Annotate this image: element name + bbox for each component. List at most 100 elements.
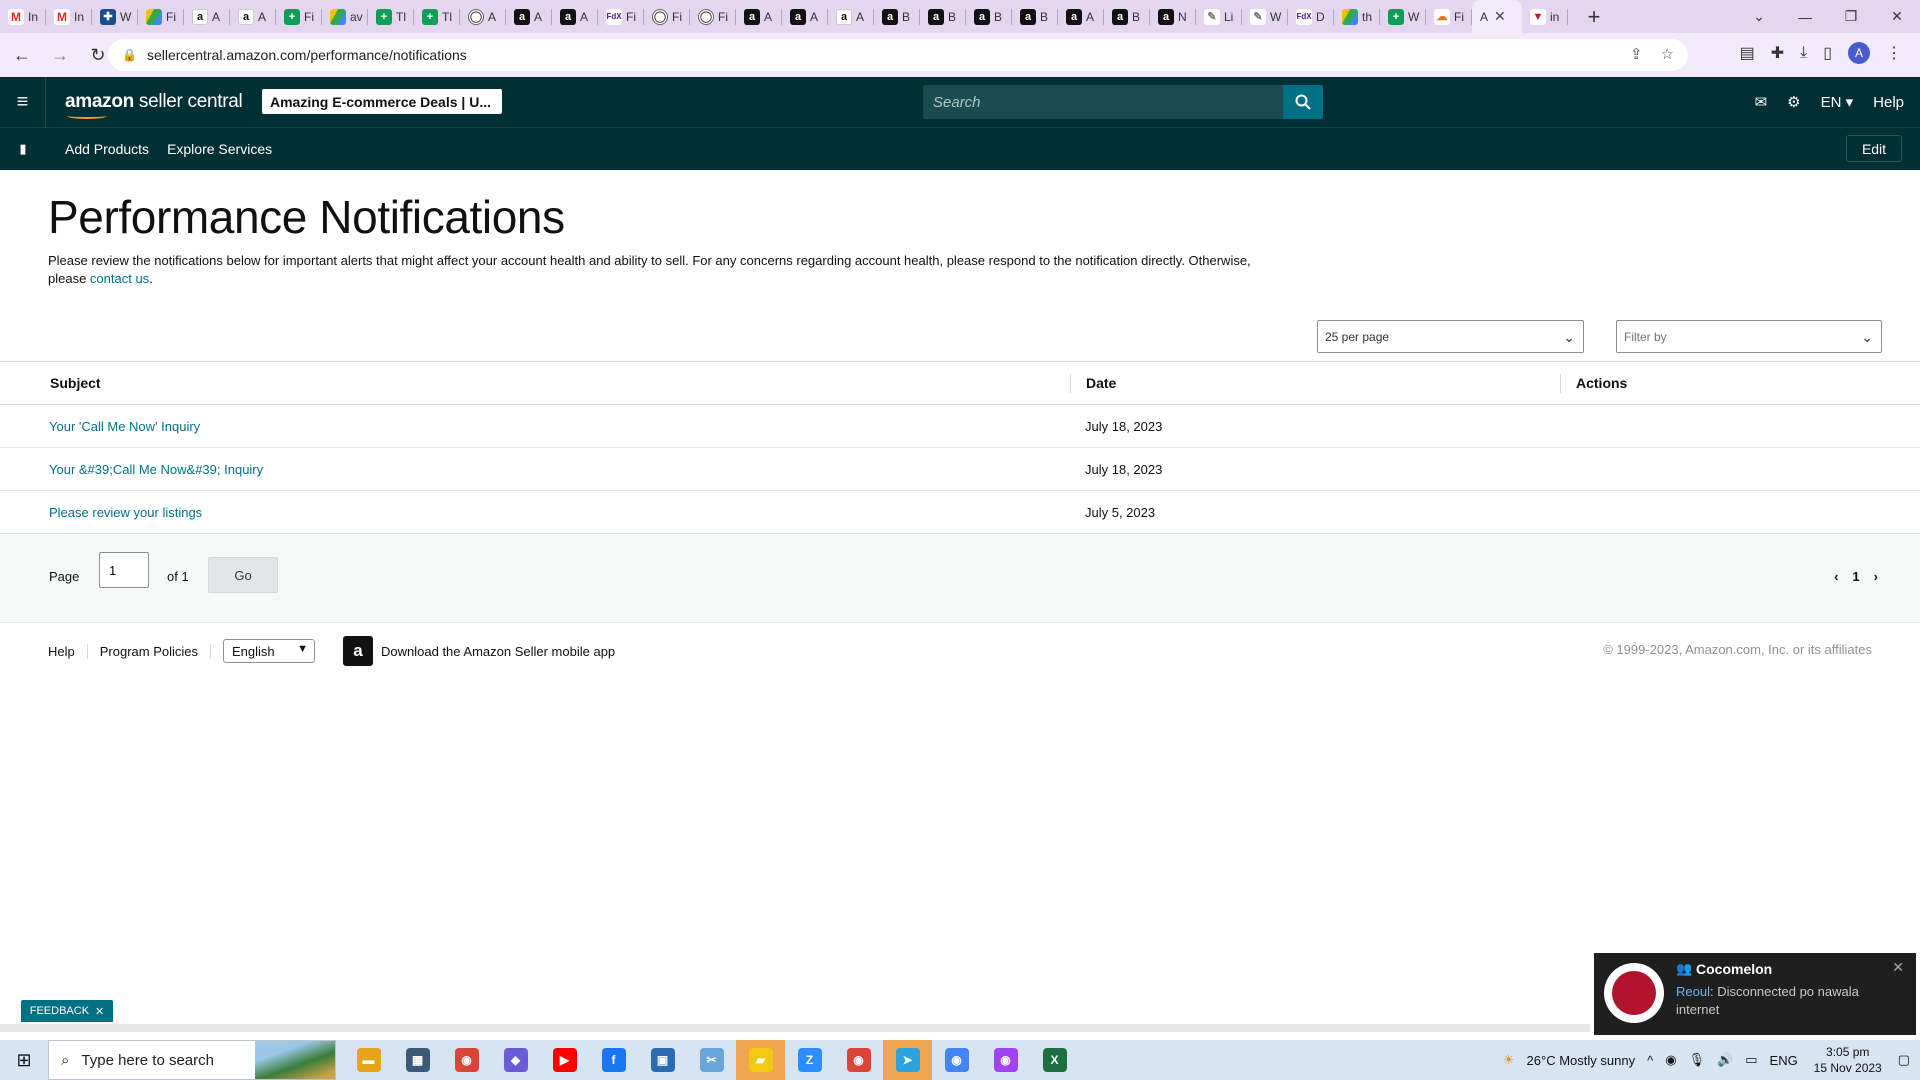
share-icon[interactable]: ⇪ [1630,45,1643,63]
browser-tab[interactable]: th [1334,0,1380,33]
browser-tab[interactable]: aA [184,0,230,33]
minimize-icon[interactable]: — [1782,9,1828,25]
new-tab-icon[interactable]: + [1580,4,1608,30]
notification-subject-link[interactable]: Your 'Call Me Now' Inquiry [49,419,200,434]
weather-icon[interactable]: ☀ [1503,1052,1515,1068]
go-button[interactable]: Go [208,557,278,593]
chrome-menu-icon[interactable]: ⋮ [1886,43,1902,63]
close-window-icon[interactable]: ✕ [1874,8,1920,25]
column-date[interactable]: Date [1070,361,1560,405]
record-icon[interactable]: ◉ [1665,1052,1676,1068]
browser-tab[interactable]: av [322,0,368,33]
taskbar-app[interactable]: Z [785,1040,834,1080]
browser-tab[interactable]: M In [0,0,46,33]
notification-subject-link[interactable]: Your &#39;Call Me Now&#39; Inquiry [49,462,263,477]
taskbar-app[interactable]: ▰ [736,1040,785,1080]
notification-center-icon[interactable]: ▢ [1898,1052,1910,1068]
maximize-icon[interactable]: ❐ [1828,8,1874,25]
windows-start-icon[interactable]: ⊞ [0,1040,48,1080]
current-page-number[interactable]: 1 [1852,569,1859,584]
browser-tab[interactable]: Fi [138,0,184,33]
browser-tab[interactable]: ◯ Fi [644,0,690,33]
feedback-button[interactable]: FEEDBACK ✕ [21,1000,113,1022]
profile-avatar[interactable]: A [1848,42,1870,64]
help-link[interactable]: Help [1873,94,1904,111]
extension-off-icon[interactable]: ▤ [1740,43,1755,63]
browser-tab[interactable]: ◯ Fi [690,0,736,33]
browser-tab[interactable]: ✎ W [1242,0,1288,33]
browser-tab[interactable]: aA [506,0,552,33]
mail-icon[interactable]: ✉ [1755,93,1768,111]
taskbar-app[interactable]: ◉ [442,1040,491,1080]
clock[interactable]: 3:05 pm 15 Nov 2023 [1810,1044,1886,1076]
contact-us-link[interactable]: contact us [90,271,149,286]
forward-icon[interactable]: → [44,39,76,71]
search-button[interactable] [1283,85,1323,119]
download-icon[interactable]: ⤓ [1800,44,1807,62]
taskbar-app[interactable]: f [589,1040,638,1080]
network-icon[interactable]: ▭ [1745,1052,1757,1068]
address-bar[interactable]: 🔒 sellercentral.amazon.com/performance/n… [108,39,1688,71]
subnav-explore-services[interactable]: Explore Services [167,141,272,157]
volume-icon[interactable]: 🔊 [1717,1052,1733,1068]
taskbar-app[interactable]: ◉ [981,1040,1030,1080]
taskbar-app[interactable]: ➤ [883,1040,932,1080]
browser-tab[interactable]: aB [1012,0,1058,33]
bookmark-star-icon[interactable]: ☆ [1661,45,1674,63]
browser-tab[interactable]: + W [1380,0,1426,33]
browser-tab[interactable]: aA [828,0,874,33]
horizontal-scrollbar[interactable] [0,1024,1590,1032]
subnav-add-products[interactable]: Add Products [65,141,149,157]
extensions-puzzle-icon[interactable]: ✚ [1771,43,1784,63]
browser-tab[interactable]: ✚ W [92,0,138,33]
language-selector[interactable]: EN ▾ [1821,93,1854,111]
per-page-select[interactable]: 25 per page ⌄ [1317,320,1584,353]
download-app-link[interactable]: Download the Amazon Seller mobile app [381,644,615,659]
browser-tab[interactable]: ✎ Li [1196,0,1242,33]
page-number-input[interactable] [99,552,149,588]
browser-tab[interactable]: + Tl [414,0,460,33]
taskbar-app[interactable]: ✂ [687,1040,736,1080]
browser-tab[interactable]: FdX D [1288,0,1334,33]
browser-tab-active[interactable]: A ✕ [1472,0,1522,33]
next-page-icon[interactable]: › [1874,569,1878,584]
browser-tab[interactable]: aB [920,0,966,33]
browser-tab[interactable]: ☁ Fi [1426,0,1472,33]
lock-icon[interactable]: 🔒 [122,48,137,62]
tab-search-icon[interactable]: ⌄ [1736,8,1782,25]
taskbar-app[interactable]: ▦ [393,1040,442,1080]
column-subject[interactable]: Subject [0,361,1070,405]
browser-tab[interactable]: aA [782,0,828,33]
browser-tab[interactable]: + Fi [276,0,322,33]
browser-tab[interactable]: aA [552,0,598,33]
amazon-seller-central-logo[interactable]: amazon seller central [65,91,243,119]
chevron-up-icon[interactable]: ^ [1647,1053,1653,1068]
taskbar-app[interactable]: ◉ [834,1040,883,1080]
browser-tab[interactable]: aB [1104,0,1150,33]
notification-toast[interactable]: 👥 Cocomelon Reoul: Disconnected po nawal… [1594,953,1916,1035]
taskbar-app[interactable]: ▬ [344,1040,393,1080]
browser-tab[interactable]: ◯ A [460,0,506,33]
browser-tab[interactable]: aB [874,0,920,33]
microphone-icon[interactable]: 🎙 [1689,1052,1706,1068]
taskbar-app[interactable]: ▶ [540,1040,589,1080]
footer-program-policies-link[interactable]: Program Policies [88,643,212,659]
taskbar-app[interactable]: ◆ [491,1040,540,1080]
amazon-seller-app-icon[interactable]: a [343,636,374,666]
taskbar-app[interactable]: X [1030,1040,1079,1080]
browser-tab[interactable]: aA [1058,0,1104,33]
footer-help-link[interactable]: Help [0,643,88,659]
back-icon[interactable]: ← [6,39,38,71]
browser-tab[interactable]: M In [46,0,92,33]
weather-text[interactable]: 26°C Mostly sunny [1527,1053,1636,1068]
filter-select[interactable]: Filter by ⌄ [1616,320,1882,353]
bookmark-icon[interactable]: ▮ [0,141,46,157]
hamburger-menu-icon[interactable]: ≡ [0,77,46,127]
browser-tab[interactable]: aB [966,0,1012,33]
taskbar-app[interactable]: ▣ [638,1040,687,1080]
search-input[interactable] [923,85,1283,119]
browser-tab[interactable]: + Tl [368,0,414,33]
close-tab-icon[interactable]: ✕ [1494,8,1506,25]
previous-page-icon[interactable]: ‹ [1834,569,1838,584]
browser-tab[interactable]: aA [736,0,782,33]
